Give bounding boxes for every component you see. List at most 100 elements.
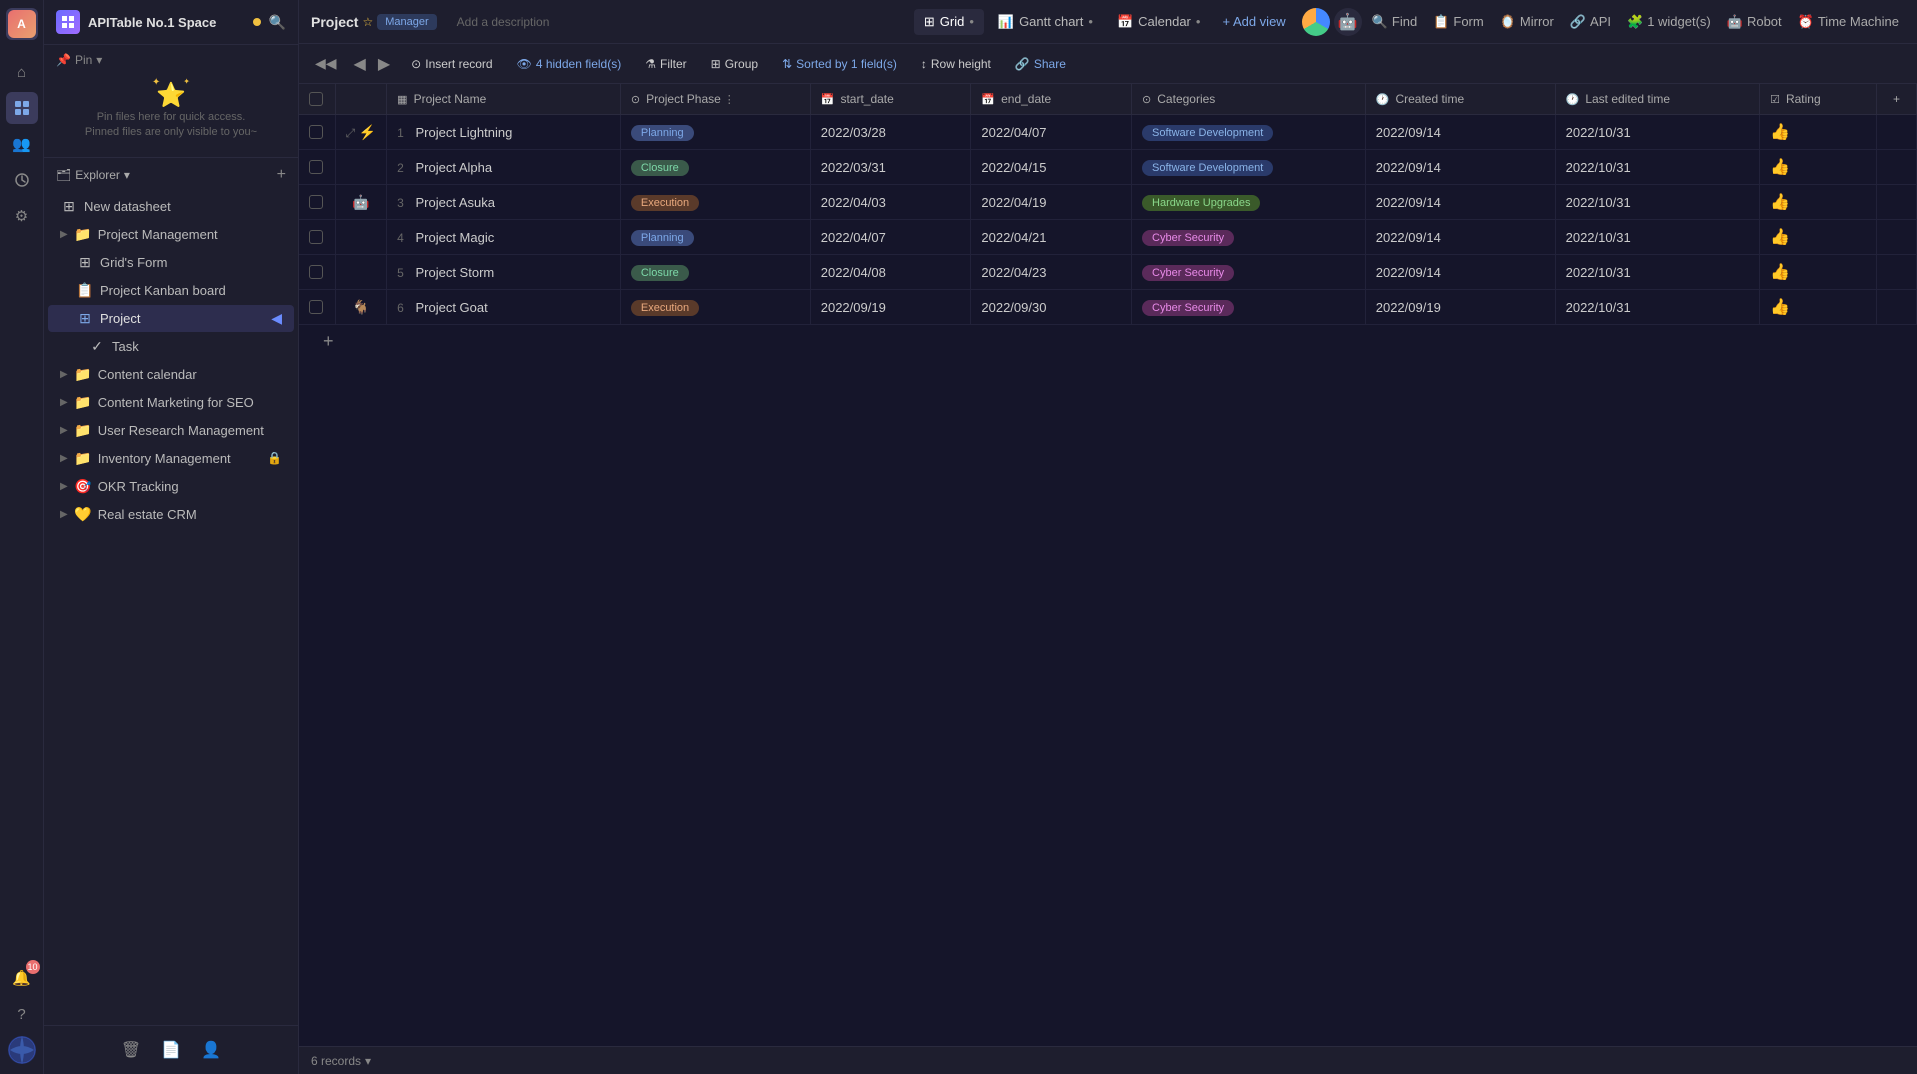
row-phase-badge: Closure	[631, 160, 689, 176]
nav-back-button[interactable]: ◀	[349, 51, 371, 77]
row-category-badge: Software Development	[1142, 160, 1273, 176]
nav-forward-button[interactable]: ▶	[373, 51, 395, 77]
row-checkbox[interactable]	[309, 265, 323, 279]
home-icon[interactable]: ⌂	[6, 56, 38, 88]
row-start-date: 2022/04/08	[821, 265, 886, 280]
sidebar-item-content-marketing[interactable]: ▶ 📁 Content Marketing for SEO	[48, 389, 294, 416]
th-end-date[interactable]: 📅 end_date	[971, 84, 1132, 115]
row-checkbox-cell[interactable]	[299, 290, 335, 325]
grid-form-icon: ⊞	[76, 254, 94, 271]
avatar-icon[interactable]: A	[6, 8, 38, 40]
tab-calendar[interactable]: 📅 Calendar •	[1107, 9, 1211, 35]
sidebar-item-new-datasheet[interactable]: ⊞ New datasheet	[48, 193, 294, 220]
col-phase-options-icon[interactable]: ⋮	[724, 93, 735, 106]
th-rating[interactable]: ☑ Rating	[1760, 84, 1877, 115]
members-icon[interactable]: 👥	[6, 128, 38, 160]
table-row: 2 Project Alpha Closure 2022/03/31 2022/…	[299, 150, 1917, 185]
col-created-icon: 🕐	[1376, 93, 1390, 106]
calendar-tab-dot: •	[1196, 14, 1201, 29]
th-categories[interactable]: ⊙ Categories	[1132, 84, 1366, 115]
description-link[interactable]: Add a description	[457, 15, 550, 29]
th-add-column[interactable]: +	[1877, 84, 1917, 115]
toolbar-nav: ◀ ▶	[349, 51, 396, 77]
template-button[interactable]: 📄	[155, 1034, 187, 1066]
row-checkbox[interactable]	[309, 195, 323, 209]
import-button[interactable]: 👤	[195, 1034, 227, 1066]
row-expand-icon[interactable]: ⤢	[346, 126, 356, 140]
automation-icon[interactable]	[6, 164, 38, 196]
sidebar-item-task[interactable]: ✓ Task	[48, 333, 294, 360]
row-start-date-cell: 2022/03/31	[810, 150, 971, 185]
insert-record-button[interactable]: ⊙ Insert record	[403, 53, 500, 75]
sidebar-item-project[interactable]: ⊞ Project ◀	[48, 305, 294, 332]
row-created-time-cell: 2022/09/14	[1365, 115, 1555, 150]
search-button[interactable]: 🔍	[269, 14, 286, 31]
group-button[interactable]: ⊞ Group	[703, 53, 766, 75]
row-rating-cell: 👍	[1760, 290, 1877, 325]
table-row: 🐐 6 Project Goat Execution 2022/09/19 20…	[299, 290, 1917, 325]
sidebar-item-project-management[interactable]: ▶ 📁 Project Management	[48, 221, 294, 248]
add-view-button[interactable]: + Add view	[1214, 9, 1293, 34]
records-count[interactable]: 6 records ▾	[311, 1054, 371, 1068]
row-checkbox-cell[interactable]	[299, 115, 335, 150]
row-expand-cell: 🤖	[335, 185, 387, 220]
sidebar-item-inventory[interactable]: ▶ 📁 Inventory Management 🔒	[48, 445, 294, 472]
row-checkbox[interactable]	[309, 160, 323, 174]
row-checkbox[interactable]	[309, 300, 323, 314]
th-select-all[interactable]	[299, 84, 335, 115]
row-checkbox-cell[interactable]	[299, 220, 335, 255]
tab-gantt[interactable]: 📊 Gantt chart •	[988, 9, 1103, 35]
sidebar-item-grids-form[interactable]: ⊞ Grid's Form	[48, 249, 294, 276]
collapse-panel-button[interactable]: ◀◀	[311, 51, 341, 76]
explorer-icon-label: 🗂	[56, 168, 71, 182]
pin-toggle[interactable]: 📌 Pin ▾	[56, 53, 286, 67]
api-button[interactable]: 🔗 API	[1564, 10, 1617, 34]
row-rating: 👍	[1770, 299, 1790, 316]
row-checkbox[interactable]	[309, 230, 323, 244]
th-project-phase[interactable]: ⊙ Project Phase ⋮	[620, 84, 810, 115]
add-row-button[interactable]: +	[311, 331, 346, 352]
settings-icon[interactable]: ⚙	[6, 200, 38, 232]
find-button[interactable]: 🔍 Find	[1366, 10, 1423, 34]
trash-button[interactable]: 🗑	[115, 1034, 147, 1066]
row-checkbox-cell[interactable]	[299, 255, 335, 290]
hidden-fields-button[interactable]: 👁 4 hidden field(s)	[509, 53, 630, 75]
select-all-checkbox[interactable]	[309, 92, 323, 106]
row-checkbox-cell[interactable]	[299, 185, 335, 220]
global-icon[interactable]	[6, 1034, 38, 1066]
form-button[interactable]: 📋 Form	[1427, 10, 1490, 34]
sidebar-item-content-calendar[interactable]: ▶ 📁 Content calendar	[48, 361, 294, 388]
add-column-icon[interactable]: +	[1893, 92, 1900, 106]
mirror-button[interactable]: 🪞 Mirror	[1494, 10, 1560, 34]
grid-tab-label: Grid	[940, 14, 965, 29]
table-row: 4 Project Magic Planning 2022/04/07 2022…	[299, 220, 1917, 255]
row-last-edited-cell: 2022/10/31	[1555, 185, 1759, 220]
sidebar-item-kanban[interactable]: 📋 Project Kanban board	[48, 277, 294, 304]
sidebar-item-user-research[interactable]: ▶ 📁 User Research Management	[48, 417, 294, 444]
project-star-icon[interactable]: ☆	[362, 15, 373, 29]
share-button[interactable]: 🔗 Share	[1007, 53, 1074, 75]
sort-button[interactable]: ⇅ Sorted by 1 field(s)	[774, 53, 905, 75]
explorer-icon[interactable]	[6, 92, 38, 124]
th-start-date[interactable]: 📅 start_date	[810, 84, 971, 115]
notifications-icon[interactable]: 🔔 10	[6, 962, 38, 994]
time-machine-button[interactable]: ⏰ Time Machine	[1792, 10, 1905, 34]
workspace-title: APITable No.1 Space	[88, 15, 245, 30]
row-checkbox[interactable]	[309, 125, 323, 139]
explorer-add-button[interactable]: +	[277, 166, 286, 184]
th-project-name[interactable]: ▦ Project Name	[387, 84, 621, 115]
th-last-edited[interactable]: 🕐 Last edited time	[1555, 84, 1759, 115]
view-tabs: ⊞ Grid • 📊 Gantt chart • 📅 Calendar • + …	[914, 9, 1294, 35]
row-checkbox-cell[interactable]	[299, 150, 335, 185]
filter-button[interactable]: ⚗ Filter	[637, 53, 694, 75]
sidebar-item-real-estate[interactable]: ▶ 💛 Real estate CRM	[48, 501, 294, 528]
real-estate-icon: 💛	[74, 506, 92, 523]
row-category-cell: Cyber Security	[1132, 290, 1366, 325]
sidebar-item-okr[interactable]: ▶ 🎯 OKR Tracking	[48, 473, 294, 500]
robot-button[interactable]: 🤖 Robot	[1721, 10, 1788, 34]
row-height-button[interactable]: ↕ Row height	[913, 53, 999, 75]
th-created-time[interactable]: 🕐 Created time	[1365, 84, 1555, 115]
help-icon[interactable]: ?	[6, 998, 38, 1030]
tab-grid[interactable]: ⊞ Grid •	[914, 9, 984, 35]
widget-button[interactable]: 🧩 1 widget(s)	[1621, 10, 1717, 34]
